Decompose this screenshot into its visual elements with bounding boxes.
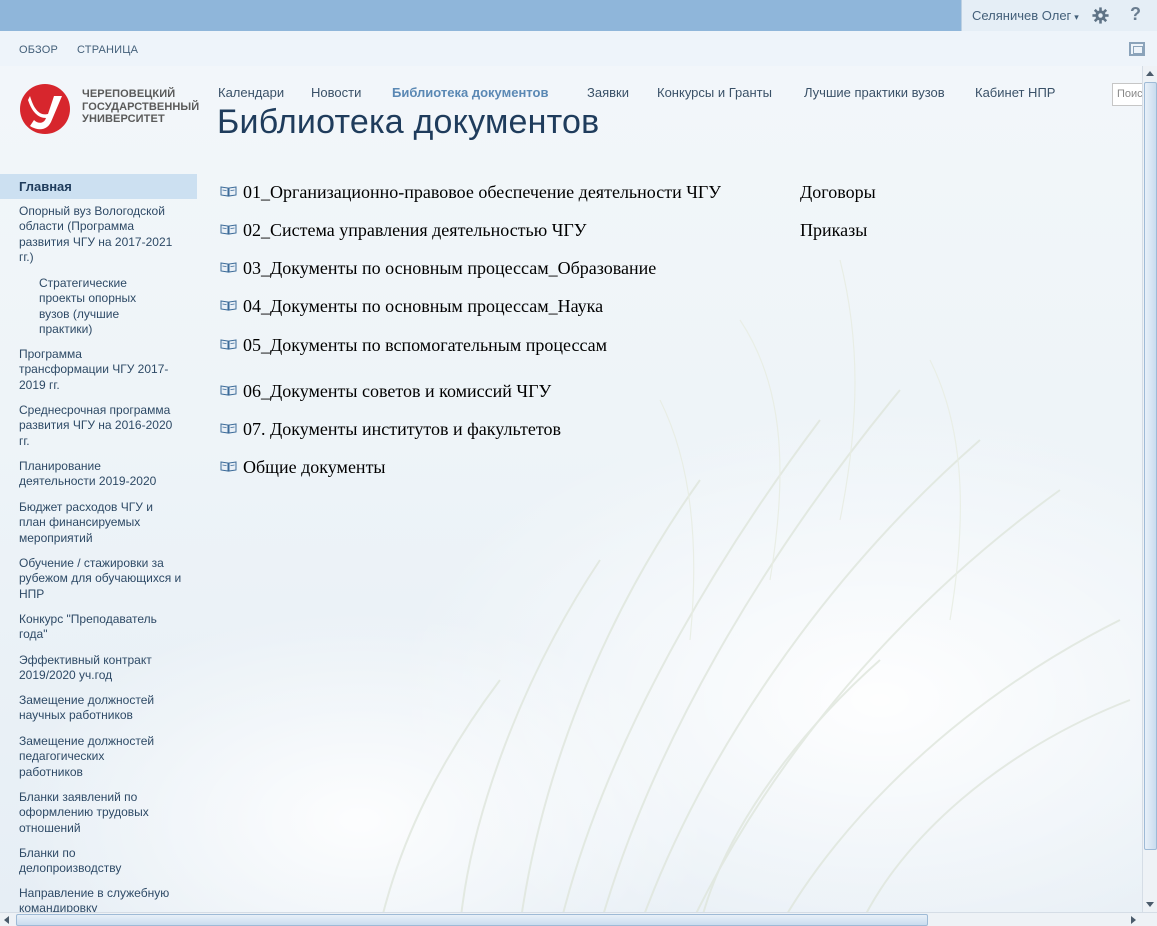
nav-item-research-positions[interactable]: Замещение должностей научных работников xyxy=(19,693,169,724)
list-item[interactable]: 01_Организационно-правовое обеспечение д… xyxy=(220,182,721,203)
book-icon xyxy=(220,186,237,197)
folder-label: 03_Документы по основным процессам_Образ… xyxy=(243,258,657,278)
scroll-right-arrow-icon[interactable] xyxy=(1131,916,1136,924)
logo-text: ЧЕРЕПОВЕЦКИЙ ГОСУДАРСТВЕННЫЙ УНИВЕРСИТЕТ xyxy=(82,88,199,126)
scroll-down-arrow-icon[interactable] xyxy=(1146,902,1154,907)
list-item[interactable]: 04_Документы по основным процессам_Наука xyxy=(220,296,603,317)
folder-label: 07. Документы институтов и факультетов xyxy=(243,419,561,439)
book-icon xyxy=(220,224,237,235)
folder-label: 04_Документы по основным процессам_Наука xyxy=(243,296,604,316)
nav-item-transformation-program[interactable]: Программа трансформации ЧГУ 2017-2019 гг… xyxy=(19,347,169,393)
folder-label: 02_Система управления деятельностью ЧГУ xyxy=(243,220,587,240)
search-input[interactable]: Поиск xyxy=(1112,83,1146,106)
user-area: Селяничев Олег ▾ ? xyxy=(961,0,1157,31)
book-icon xyxy=(220,385,237,396)
topnav-npr-cabinet[interactable]: Кабинет НПР xyxy=(975,85,1055,100)
user-name: Селяничев Олег xyxy=(972,8,1072,23)
topnav-news[interactable]: Новости xyxy=(311,85,361,100)
link-orders[interactable]: Приказы xyxy=(800,220,867,241)
nav-item-employment-forms[interactable]: Бланки заявлений по оформлению трудовых … xyxy=(19,790,174,836)
nav-item-strategic-projects[interactable]: Стратегические проекты опорных вузов (лу… xyxy=(39,276,169,337)
nav-item-office-forms[interactable]: Бланки по делопроизводству xyxy=(19,846,169,877)
nav-item-study-abroad[interactable]: Обучение / стажировки за рубежом для обу… xyxy=(19,556,184,602)
nav-item-planning[interactable]: Планирование деятельности 2019-2020 xyxy=(19,459,179,490)
ribbon: ОБЗОР СТРАНИЦА xyxy=(0,31,1157,66)
topnav-document-library[interactable]: Библиотека документов xyxy=(392,85,548,100)
topnav-calendars[interactable]: Календари xyxy=(218,85,284,100)
book-icon xyxy=(220,339,237,350)
folder-label: 05_Документы по вспомогательным процесса… xyxy=(243,335,608,355)
nav-item-business-trip[interactable]: Направление в служебную командировку xyxy=(19,886,184,912)
gear-icon[interactable] xyxy=(1092,7,1109,24)
nav-item-flagship-university[interactable]: Опорный вуз Вологодской области (Програм… xyxy=(19,204,184,265)
folder-label: Общие документы xyxy=(243,457,386,477)
list-item[interactable]: 02_Система управления деятельностью ЧГУ xyxy=(220,220,587,241)
help-icon[interactable]: ? xyxy=(1130,4,1141,25)
book-icon xyxy=(220,423,237,434)
nav-item-effective-contract[interactable]: Эффективный контракт 2019/2020 уч.год xyxy=(19,653,169,684)
site-logo[interactable]: ЧЕРЕПОВЕЦКИЙ ГОСУДАРСТВЕННЫЙ УНИВЕРСИТЕТ xyxy=(18,82,208,136)
link-contracts[interactable]: Договоры xyxy=(800,182,876,203)
scroll-up-arrow-icon[interactable] xyxy=(1146,71,1154,76)
folder-label: 06_Документы советов и комиссий ЧГУ xyxy=(243,381,552,401)
vertical-scrollbar[interactable] xyxy=(1142,66,1157,912)
list-item[interactable]: 06_Документы советов и комиссий ЧГУ xyxy=(220,381,551,402)
logo-line-2: ГОСУДАРСТВЕННЫЙ xyxy=(82,100,200,113)
focus-on-content-icon[interactable] xyxy=(1129,42,1145,56)
folder-label: 01_Организационно-правовое обеспечение д… xyxy=(243,182,722,202)
nav-item-midterm-program[interactable]: Среднесрочная программа развития ЧГУ на … xyxy=(19,403,184,449)
page-title: Библиотека документов xyxy=(217,103,600,141)
tab-browse[interactable]: ОБЗОР xyxy=(19,44,58,56)
horizontal-scrollbar[interactable] xyxy=(0,912,1157,926)
list-item[interactable]: 05_Документы по вспомогательным процесса… xyxy=(220,335,607,356)
nav-item-budget[interactable]: Бюджет расходов ЧГУ и план финансируемых… xyxy=(19,500,179,546)
user-menu[interactable]: Селяничев Олег ▾ xyxy=(972,8,1079,23)
book-icon xyxy=(220,262,237,273)
nav-item-teacher-contest[interactable]: Конкурс "Преподаватель года" xyxy=(19,612,179,643)
nav-item-home[interactable]: Главная xyxy=(0,174,197,199)
chevron-down-icon: ▾ xyxy=(1074,12,1079,22)
logo-line-1: ЧЕРЕПОВЕЦКИЙ xyxy=(82,88,176,100)
university-emblem-icon xyxy=(20,84,70,134)
topnav-contests-grants[interactable]: Конкурсы и Гранты xyxy=(657,85,772,100)
horizontal-scrollbar-thumb[interactable] xyxy=(16,914,928,926)
scroll-left-arrow-icon[interactable] xyxy=(4,916,9,924)
list-item[interactable]: 03_Документы по основным процессам_Образ… xyxy=(220,258,656,279)
topnav-best-practices[interactable]: Лучшие практики вузов xyxy=(804,85,945,100)
book-icon xyxy=(220,461,237,472)
book-icon xyxy=(220,300,237,311)
list-item[interactable]: Общие документы xyxy=(220,457,386,478)
logo-line-3: УНИВЕРСИТЕТ xyxy=(82,113,165,125)
topnav-requests[interactable]: Заявки xyxy=(587,85,629,100)
nav-item-teaching-positions[interactable]: Замещение должностей педагогических рабо… xyxy=(19,734,169,780)
list-item[interactable]: 07. Документы институтов и факультетов xyxy=(220,419,561,440)
vertical-scrollbar-thumb[interactable] xyxy=(1144,82,1157,850)
suite-bar: Селяничев Олег ▾ ? xyxy=(0,0,1157,31)
tab-page[interactable]: СТРАНИЦА xyxy=(77,44,138,56)
